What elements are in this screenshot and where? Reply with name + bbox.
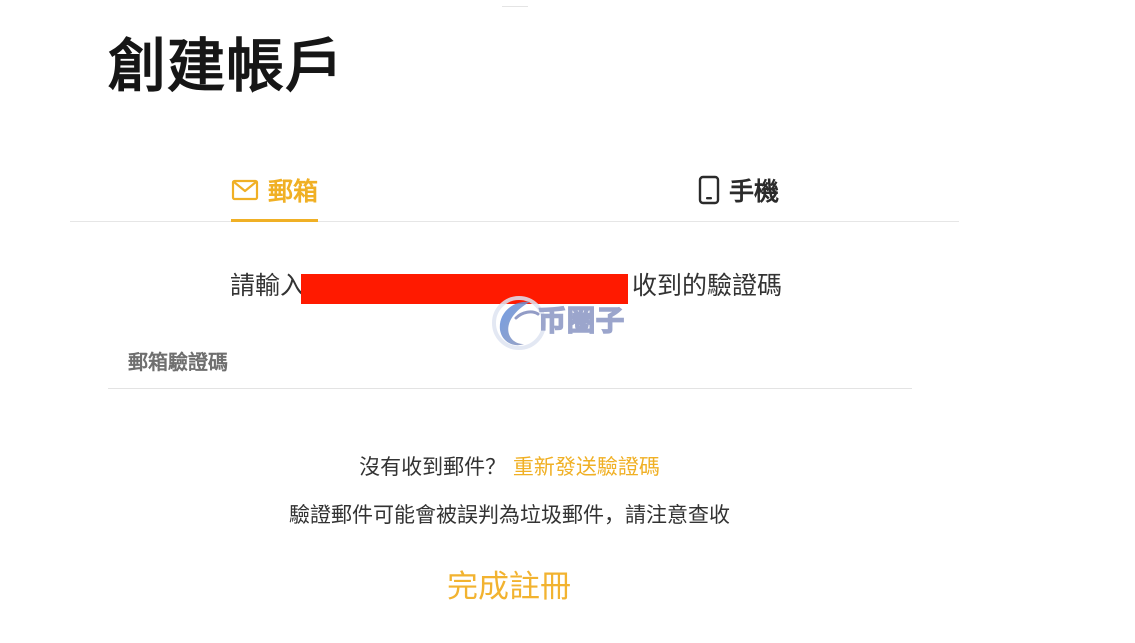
complete-registration-button[interactable]: 完成註冊 <box>409 558 609 608</box>
email-code-input[interactable] <box>108 338 912 386</box>
instruction-prefix: 請輸入 <box>230 271 306 300</box>
phone-icon <box>698 175 720 205</box>
watermark-text: 币圈子 <box>537 303 626 338</box>
instruction-suffix: 收到的驗證碼 <box>632 271 783 300</box>
spam-note: 驗證郵件可能會被誤判為垃圾郵件，請注意查收 <box>289 503 730 527</box>
tab-bar: 郵箱 手機 <box>70 160 959 222</box>
tab-phone-label: 手機 <box>729 176 780 206</box>
page-title: 創建帳戶 <box>108 32 345 100</box>
tab-phone[interactable]: 手機 <box>698 160 779 221</box>
resend-code-link[interactable]: 重新發送驗證碼 <box>513 455 660 479</box>
email-code-field <box>108 338 912 389</box>
resend-question: 沒有收到郵件？ <box>359 455 507 479</box>
tab-email[interactable]: 郵箱 <box>231 160 319 222</box>
top-divider <box>502 6 528 7</box>
tab-email-label: 郵箱 <box>268 176 319 206</box>
mail-icon <box>231 179 259 201</box>
resend-line: 沒有收到郵件？ 重新發送驗證碼 <box>0 452 1019 482</box>
